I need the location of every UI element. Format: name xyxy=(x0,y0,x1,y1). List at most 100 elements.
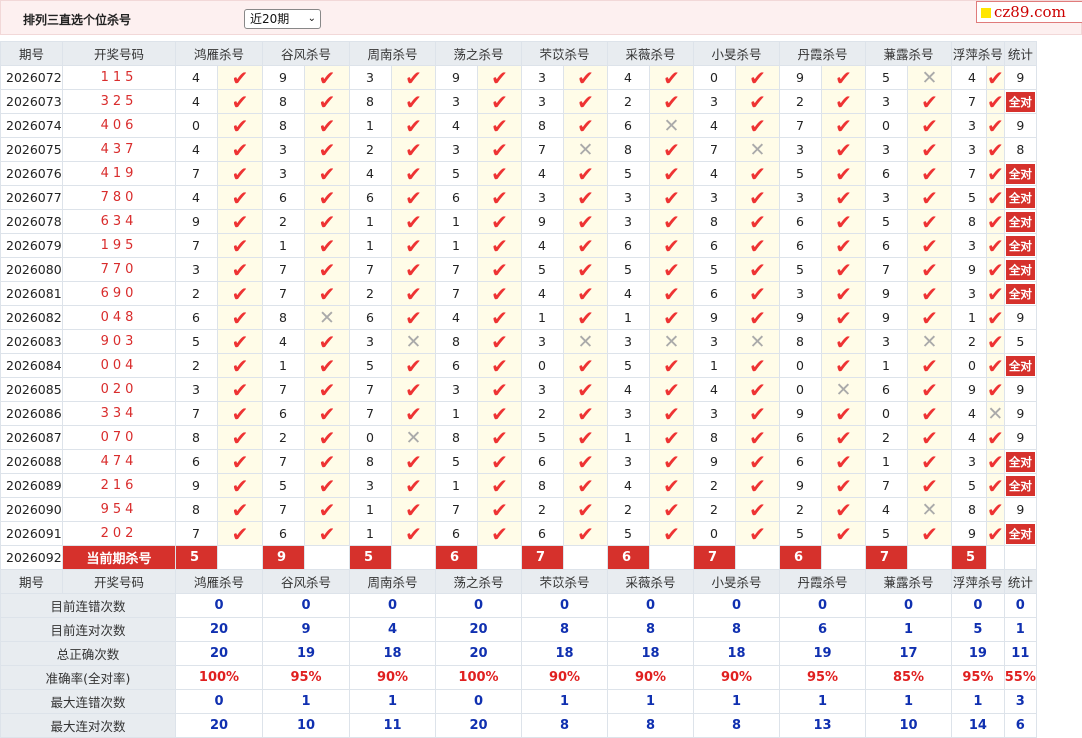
header-expert: 鸿雁杀号 xyxy=(175,41,263,66)
cross-icon: ✕ xyxy=(649,329,694,354)
check-icon: ✔ xyxy=(649,353,694,378)
kill-number-cell: 5 xyxy=(951,185,987,210)
kill-number-cell: 7 xyxy=(693,137,736,162)
kill-number-cell: 0 xyxy=(951,353,987,378)
table-row: 2026091 202 7 ✔ 6 ✔ 1 ✔ 6 ✔ 6 ✔ 5 ✔ 0 ✔ 5 ✔ 5 ✔ 9 ✔ 全对 xyxy=(0,521,1037,546)
check-icon: ✔ xyxy=(907,209,952,234)
kill-number-cell: 2 xyxy=(779,497,822,522)
all-right-badge: 全对 xyxy=(1005,259,1035,280)
summary-value: 95% xyxy=(262,665,350,690)
kill-number-cell: 6 xyxy=(262,401,305,426)
check-icon: ✔ xyxy=(821,161,866,186)
check-icon: ✔ xyxy=(735,161,780,186)
summary-value: 100% xyxy=(175,665,263,690)
check-icon: ✔ xyxy=(735,113,780,138)
header-expert: 丹霞杀号 xyxy=(779,569,866,594)
kill-number-cell: 6 xyxy=(779,425,822,450)
check-icon: ✔ xyxy=(735,497,780,522)
period-cell: 2026086 xyxy=(0,401,63,426)
kill-number-cell: 3 xyxy=(349,65,392,90)
kill-number-cell: 6 xyxy=(865,161,908,186)
check-icon: ✔ xyxy=(563,89,608,114)
summary-value: 0 xyxy=(607,593,694,618)
kill-number-cell: 8 xyxy=(262,305,305,330)
summary-value: 18 xyxy=(349,641,436,666)
summary-value: 10 xyxy=(262,713,350,738)
kill-number-cell: 6 xyxy=(693,233,736,258)
kill-number-cell: 1 xyxy=(435,401,478,426)
draw-number-cell: 406 xyxy=(62,113,176,138)
current-stat-blank xyxy=(1003,545,1037,570)
check-icon: ✔ xyxy=(821,305,866,330)
stat-cell: 全对 xyxy=(1003,161,1037,186)
cross-icon: ✕ xyxy=(563,137,608,162)
check-icon: ✔ xyxy=(986,521,1005,546)
kill-number-cell: 5 xyxy=(607,257,650,282)
check-icon: ✔ xyxy=(391,137,436,162)
check-icon: ✔ xyxy=(217,257,263,282)
kill-number-cell: 9 xyxy=(865,305,908,330)
kill-number-cell: 3 xyxy=(607,209,650,234)
kill-number-cell: 4 xyxy=(607,281,650,306)
check-icon: ✔ xyxy=(391,89,436,114)
kill-number-cell: 6 xyxy=(435,521,478,546)
summary-value: 0 xyxy=(435,593,522,618)
kill-number-cell: 9 xyxy=(693,449,736,474)
summary-value: 90% xyxy=(521,665,608,690)
kill-number-cell: 7 xyxy=(262,377,305,402)
check-icon: ✔ xyxy=(217,137,263,162)
kill-number-cell: 5 xyxy=(607,521,650,546)
check-icon: ✔ xyxy=(304,473,350,498)
summary-value: 20 xyxy=(435,617,522,642)
check-icon: ✔ xyxy=(304,185,350,210)
check-icon: ✔ xyxy=(391,281,436,306)
draw-number-cell: 048 xyxy=(62,305,176,330)
summary-value: 0 xyxy=(951,593,1005,618)
site-logo[interactable]: cz89.com xyxy=(976,1,1082,23)
kill-number-cell: 1 xyxy=(607,305,650,330)
kill-number-cell: 5 xyxy=(349,353,392,378)
check-icon: ✔ xyxy=(821,185,866,210)
table-row: 2026089 216 9 ✔ 5 ✔ 3 ✔ 1 ✔ 8 ✔ 4 ✔ 2 ✔ 9 ✔ 7 ✔ 5 ✔ 全对 xyxy=(0,473,1037,498)
period-cell: 2026088 xyxy=(0,449,63,474)
check-icon: ✔ xyxy=(477,113,522,138)
check-icon: ✔ xyxy=(477,329,522,354)
check-icon: ✔ xyxy=(735,401,780,426)
kill-number-cell: 2 xyxy=(779,89,822,114)
summary-value: 1 xyxy=(865,617,952,642)
summary-stat: 11 xyxy=(1003,641,1037,666)
period-range-select[interactable]: 近20期 ⌄ xyxy=(244,9,321,29)
summary-value: 20 xyxy=(435,641,522,666)
check-icon: ✔ xyxy=(735,305,780,330)
check-icon: ✔ xyxy=(986,113,1005,138)
check-icon: ✔ xyxy=(477,473,522,498)
current-kill-number: 5 xyxy=(175,545,218,570)
kill-number-cell: 5 xyxy=(779,257,822,282)
check-icon: ✔ xyxy=(986,377,1005,402)
kill-number-cell: 6 xyxy=(779,449,822,474)
draw-number-cell: 216 xyxy=(62,473,176,498)
header-expert: 谷风杀号 xyxy=(262,41,350,66)
kill-number-cell: 7 xyxy=(779,113,822,138)
check-icon: ✔ xyxy=(304,377,350,402)
kill-number-cell: 3 xyxy=(951,281,987,306)
table-row: 2026090 954 8 ✔ 7 ✔ 1 ✔ 7 ✔ 2 ✔ 2 ✔ 2 ✔ 2 ✔ 4 ✕ 8 ✔ 9 xyxy=(0,497,1037,522)
check-icon: ✔ xyxy=(477,209,522,234)
stat-cell: 9 xyxy=(1003,425,1037,450)
all-right-badge: 全对 xyxy=(1005,475,1035,496)
header-period: 期号 xyxy=(0,41,63,66)
check-icon: ✔ xyxy=(477,161,522,186)
check-icon: ✔ xyxy=(217,521,263,546)
draw-number-cell: 474 xyxy=(62,449,176,474)
draw-number-cell: 903 xyxy=(62,329,176,354)
kill-number-cell: 0 xyxy=(779,377,822,402)
check-icon: ✔ xyxy=(907,233,952,258)
check-icon: ✔ xyxy=(304,497,350,522)
kill-number-cell: 4 xyxy=(175,185,218,210)
check-icon: ✔ xyxy=(649,89,694,114)
kill-number-cell: 4 xyxy=(435,113,478,138)
kill-number-cell: 0 xyxy=(865,113,908,138)
check-icon: ✔ xyxy=(649,233,694,258)
all-right-badge: 全对 xyxy=(1005,283,1035,304)
check-icon: ✔ xyxy=(986,185,1005,210)
